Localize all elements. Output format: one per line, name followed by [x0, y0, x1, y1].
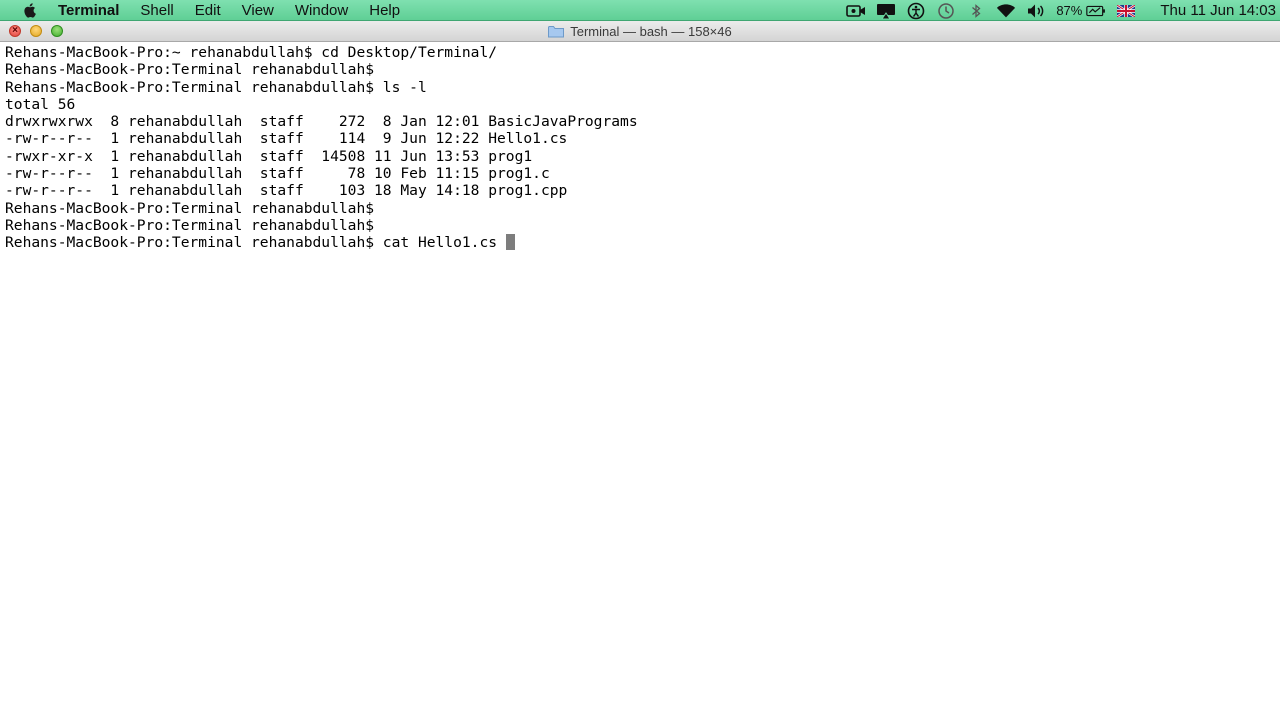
window-title: Terminal — bash — 158×46	[570, 24, 732, 39]
apple-icon[interactable]	[22, 2, 38, 18]
terminal-line: total 56	[5, 95, 76, 113]
volume-icon[interactable]	[1026, 3, 1046, 19]
terminal-line: Rehans-MacBook-Pro:Terminal rehanabdulla…	[5, 216, 375, 234]
status-area: 87% Thu 11 Jun 14:03	[846, 0, 1280, 21]
battery-icon[interactable]	[1086, 3, 1106, 19]
terminal-view[interactable]: Rehans-MacBook-Pro:~ rehanabdullah$ cd D…	[0, 42, 1280, 720]
menu-view[interactable]: View	[242, 2, 274, 19]
time-machine-icon[interactable]	[936, 2, 956, 19]
terminal-line: Rehans-MacBook-Pro:Terminal rehanabdulla…	[5, 78, 427, 96]
text-cursor	[505, 234, 515, 251]
folder-icon	[548, 26, 565, 38]
terminal-line: Rehans-MacBook-Pro:~ rehanabdullah$ cd D…	[5, 44, 498, 61]
menu-shell[interactable]: Shell	[140, 2, 173, 19]
wifi-icon[interactable]	[996, 3, 1016, 19]
terminal-line: Rehans-MacBook-Pro:Terminal rehanabdulla…	[5, 199, 375, 217]
terminal-output: Rehans-MacBook-Pro:~ rehanabdullah$ cd D…	[5, 44, 638, 252]
battery-percent[interactable]: 87%	[1056, 3, 1082, 18]
menu-app-name[interactable]: Terminal	[58, 2, 119, 19]
screen-recorder-icon[interactable]	[846, 3, 866, 19]
airplay-icon[interactable]	[876, 3, 896, 19]
terminal-line: -rwxr-xr-x 1 rehanabdullah staff 14508 1…	[5, 147, 533, 165]
menu-bar: Terminal Shell Edit View Window Help 87%	[0, 0, 1280, 21]
terminal-line: drwxrwxrwx 8 rehanabdullah staff 272 8 J…	[5, 113, 638, 131]
terminal-current-line: Rehans-MacBook-Pro:Terminal rehanabdulla…	[5, 234, 506, 252]
menu-help[interactable]: Help	[369, 2, 400, 19]
terminal-line: -rw-r--r-- 1 rehanabdullah staff 103 18 …	[5, 182, 568, 200]
menu-window[interactable]: Window	[295, 2, 348, 19]
menu-edit[interactable]: Edit	[195, 2, 221, 19]
flag-icon[interactable]	[1116, 3, 1136, 19]
bluetooth-icon[interactable]	[966, 3, 986, 19]
terminal-line: -rw-r--r-- 1 rehanabdullah staff 114 9 J…	[5, 130, 568, 148]
terminal-line: -rw-r--r-- 1 rehanabdullah staff 78 10 F…	[5, 165, 550, 183]
clock[interactable]: Thu 11 Jun 14:03	[1160, 2, 1276, 19]
window-titlebar[interactable]: × Terminal — bash — 158×46	[0, 21, 1280, 42]
terminal-line: Rehans-MacBook-Pro:Terminal rehanabdulla…	[5, 61, 375, 79]
accessibility-icon[interactable]	[906, 2, 926, 19]
window-title-area: Terminal — bash — 158×46	[0, 21, 1280, 42]
